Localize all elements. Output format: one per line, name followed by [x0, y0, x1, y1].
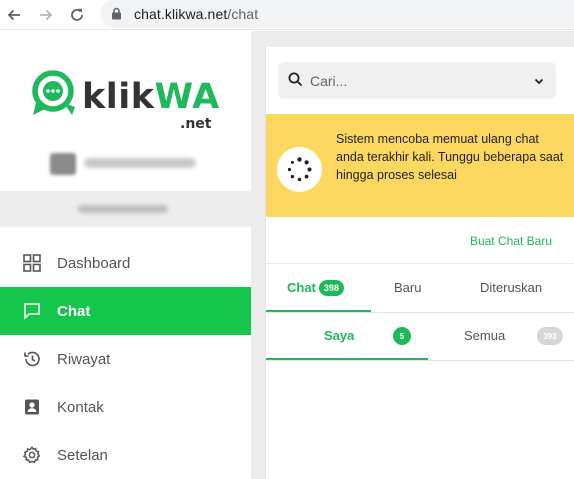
chat-list-panel: Sistem mencoba memuat ulang chat anda te…: [265, 47, 574, 479]
tab-baru[interactable]: Baru: [394, 280, 421, 295]
address-bar[interactable]: chat.klikwa.net/chat: [100, 0, 574, 28]
klikwa-logo[interactable]: klikWA .net: [30, 69, 220, 159]
notice-message: Sistem mencoba memuat ulang chat anda te…: [336, 132, 564, 182]
loading-spinner-icon: [277, 147, 322, 192]
sidebar-item-dashboard[interactable]: Dashboard: [0, 239, 251, 287]
chevron-down-icon[interactable]: [533, 74, 545, 92]
new-chat-link[interactable]: Buat Chat Baru: [470, 234, 552, 248]
account-label-redacted: [78, 205, 168, 213]
chat-subtabs: Saya 5 Semua 393: [266, 313, 574, 361]
tab-diteruskan[interactable]: Diteruskan: [480, 280, 542, 295]
logo-wordmark-a: klik: [82, 77, 155, 117]
logo-domain: .net: [180, 116, 212, 132]
sidebar: klikWA .net Dashboard Chat Riwayat Konta…: [0, 31, 251, 479]
contact-card-icon: [22, 397, 42, 417]
lock-icon: [111, 7, 122, 25]
logo-wordmark-b: WA: [154, 77, 220, 117]
whatsapp-bubble-icon: [32, 70, 75, 115]
saya-count-badge: 5: [393, 327, 411, 345]
account-band: [0, 191, 251, 227]
chat-bubble-icon: [22, 301, 42, 321]
subtab-saya[interactable]: Saya: [324, 328, 354, 343]
url-path: /chat: [227, 6, 259, 22]
divider: [266, 263, 574, 264]
subtab-semua[interactable]: Semua: [464, 328, 505, 343]
search-icon: [288, 72, 303, 92]
user-name-redacted: [84, 158, 196, 168]
gear-icon: [22, 445, 42, 465]
tab-label: Baru: [394, 280, 422, 295]
history-icon: [22, 349, 42, 369]
sidebar-item-riwayat[interactable]: Riwayat: [0, 335, 251, 383]
sidebar-item-label: Kontak: [57, 398, 104, 416]
sidebar-item-label: Setelan: [57, 446, 108, 464]
reload-icon[interactable]: [67, 5, 87, 25]
search-box[interactable]: [278, 62, 556, 99]
forward-arrow-icon[interactable]: [36, 5, 56, 25]
chat-count-badge: 398: [318, 280, 344, 296]
sidebar-item-kontak[interactable]: Kontak: [0, 383, 251, 431]
search-input[interactable]: [310, 62, 510, 99]
sidebar-item-label: Dashboard: [57, 254, 131, 272]
sidebar-item-setelan[interactable]: Setelan: [0, 431, 251, 479]
logo-wordmark: klikWA: [82, 77, 220, 117]
tab-label: Chat: [287, 280, 316, 295]
back-arrow-icon[interactable]: [4, 5, 24, 25]
sidebar-item-chat[interactable]: Chat: [0, 287, 251, 335]
sidebar-menu: Dashboard Chat Riwayat Kontak Setelan: [0, 239, 251, 479]
chat-tabs: Chat 398 Baru Diteruskan: [266, 265, 574, 312]
avatar: [50, 153, 76, 175]
semua-count-badge: 393: [537, 327, 563, 345]
sidebar-item-label: Chat: [57, 302, 91, 320]
reload-notice: Sistem mencoba memuat ulang chat anda te…: [266, 114, 574, 217]
sidebar-item-label: Riwayat: [57, 350, 111, 368]
user-profile[interactable]: [50, 153, 210, 175]
divider: [266, 360, 574, 361]
tab-chat[interactable]: Chat 398: [287, 280, 344, 296]
grid-icon: [22, 253, 42, 273]
url-host: chat.klikwa.net: [134, 6, 228, 22]
url-text: chat.klikwa.net/chat: [134, 6, 258, 22]
browser-toolbar: chat.klikwa.net/chat: [0, 0, 574, 30]
tab-label: Diteruskan: [480, 280, 543, 295]
